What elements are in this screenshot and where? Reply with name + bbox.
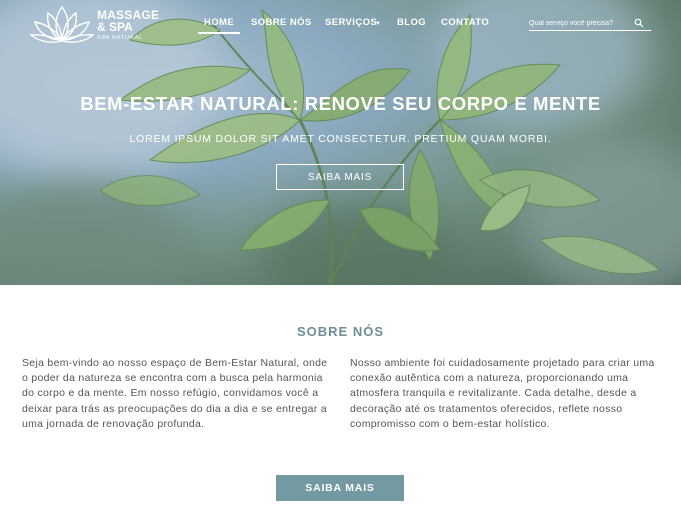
about-saiba-mais-button[interactable]: SAIBA MAIS (276, 475, 404, 501)
brand-tagline: SPA NATURAL (97, 35, 143, 41)
search-icon[interactable] (634, 18, 644, 28)
site-header: MASSAGE & SPA SPA NATURAL HOME SOBRE NÓS… (0, 0, 681, 46)
site-logo[interactable]: MASSAGE & SPA SPA NATURAL (30, 4, 165, 44)
search-box (529, 17, 651, 31)
nav-item-contato[interactable]: CONTATO (441, 17, 489, 28)
hero-subtitle: LOREM IPSUM DOLOR SIT AMET CONSECTETUR. … (129, 133, 552, 145)
about-paragraph-right: Nosso ambiente foi cuidadosamente projet… (350, 357, 655, 430)
about-section-title: SOBRE NÓS (296, 324, 384, 339)
nav-item-home[interactable]: HOME (204, 17, 234, 28)
hero-title: BEM-ESTAR NATURAL: RENOVE SEU CORPO E ME… (80, 93, 601, 114)
brand-name-line2: & SPA (97, 20, 133, 34)
search-input[interactable] (529, 17, 629, 29)
hero-saiba-mais-button[interactable]: SAIBA MAIS (276, 164, 404, 190)
nav-item-servicos[interactable]: SERVIÇOS (325, 17, 377, 28)
nav-active-indicator (198, 32, 240, 34)
lotus-icon (30, 5, 94, 43)
about-paragraph-left: Seja bem-vindo ao nosso espaço de Bem-Es… (22, 357, 328, 430)
nav-item-blog[interactable]: BLOG (397, 17, 426, 28)
caret-down-icon[interactable]: ▼ (375, 21, 381, 27)
nav-item-sobre-nos[interactable]: SOBRE NÓS (251, 17, 312, 28)
